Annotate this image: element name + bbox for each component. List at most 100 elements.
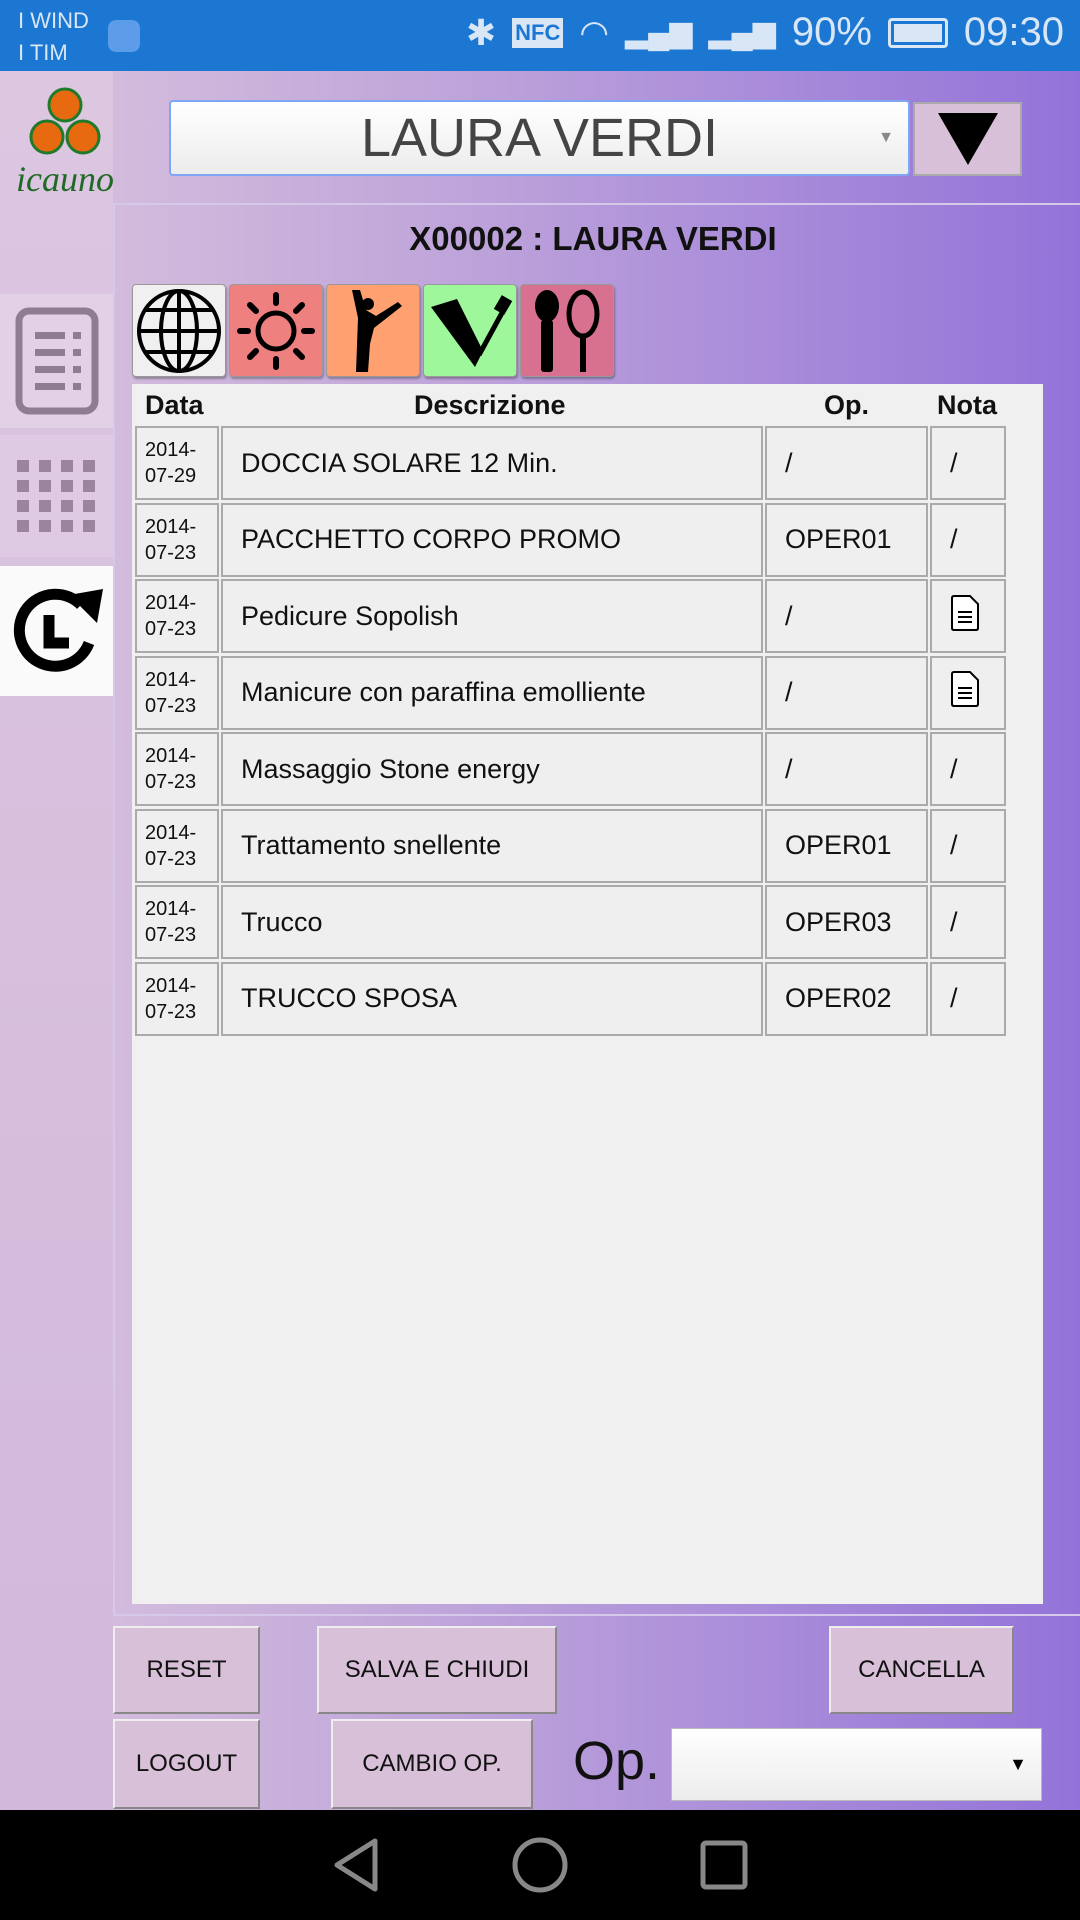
date-month-day: 07-23 [145,694,197,717]
nfc-icon: NFC [512,17,564,48]
header-descrizione: Descrizione [414,390,566,420]
makeup-brush-mirror-icon [535,289,600,372]
sidebar: icauno [0,71,114,1810]
date-year: 2014- [145,898,197,920]
sidebar-item-history[interactable] [0,566,113,696]
operator-cell: / [765,732,928,806]
client-dropdown-button[interactable] [913,102,1022,176]
sun-icon [237,291,315,370]
date-month-day: 07-23 [145,618,197,640]
category-body[interactable] [326,284,420,377]
sidebar-item-list[interactable] [0,294,113,428]
table-row[interactable]: 2014- 07-29 DOCCIA SOLARE 12 Min. / / [135,426,1008,502]
battery-percent: 90% [791,10,872,54]
note-icon[interactable] [950,670,980,715]
description-cell: TRUCCO SPOSA [221,961,763,1036]
operator-select[interactable]: ▼ [671,1728,1042,1801]
change-op-button[interactable]: CAMBIO OP. [331,1719,533,1809]
location-icon [108,20,140,52]
note-cell: / [930,732,1006,806]
bluetooth-icon: ✱ [465,11,497,53]
globe-icon [137,288,221,373]
list-document-icon [15,307,98,415]
operator-cell: / [765,426,928,500]
home-icon[interactable] [511,1836,569,1894]
sidebar-item-grid[interactable] [0,435,113,557]
date-cell: 2014- 07-23 [135,961,219,1036]
logout-button[interactable]: LOGOUT [113,1719,260,1809]
nota-value: / [950,830,958,860]
date-cell: 2014- 07-23 [135,579,219,653]
date-month-day: 07-23 [145,771,197,793]
note-cell: / [930,885,1006,959]
date-cell: 2014- 07-29 [135,426,219,500]
grid-icon [16,460,95,532]
carrier-1: I WIND [18,8,89,33]
body-fitness-icon [352,289,402,372]
category-nails[interactable] [423,284,517,377]
date-year: 2014- [145,668,197,691]
navigation-bar [0,1810,1080,1920]
header-nota: Nota [937,390,997,420]
table-row[interactable]: 2014- 07-23 PACCHETTO CORPO PROMO OPER01 … [135,502,1008,579]
date-cell: 2014- 07-23 [135,732,219,806]
table-row[interactable]: 2014- 07-23 Pedicure Sopolish / [135,579,1008,655]
wifi-icon: ◠ [579,13,610,52]
date-cell: 2014- 07-23 [135,502,219,577]
category-globe[interactable] [132,284,226,377]
nail-polish-icon [431,294,513,367]
description-cell: Manicure con paraffina emolliente [221,655,763,730]
table-row[interactable]: 2014- 07-23 Massaggio Stone energy / / [135,732,1008,808]
operator-cell: OPER03 [765,885,928,959]
note-icon[interactable] [950,594,980,639]
logo: icauno [10,83,120,198]
save-close-button[interactable]: SALVA E CHIUDI [317,1626,557,1714]
note-cell: / [930,502,1006,577]
date-month-day: 07-23 [145,1000,197,1023]
note-cell [930,579,1006,653]
status-bar: I WIND I TIM ✱ NFC ◠ ▂▄▆ ▂▄▆ 90% 09:30 [0,0,1080,71]
table-row[interactable]: 2014- 07-23 Trattamento snellente OPER01 … [135,808,1008,885]
op-label: Op. [573,1731,661,1791]
operator-cell: / [765,579,928,653]
description-cell: Pedicure Sopolish [221,579,763,653]
date-year: 2014- [145,439,197,461]
date-month-day: 07-23 [145,847,197,870]
date-month-day: 07-29 [145,465,197,487]
table-row[interactable]: 2014- 07-23 Trucco OPER03 / [135,885,1008,961]
history-icon [13,588,103,672]
client-select-value: LAURA VERDI [360,108,719,168]
description-cell: Trattamento snellente [221,808,763,883]
nota-value: / [950,524,958,554]
operator-cell: OPER01 [765,502,928,577]
triangle-down-icon [937,113,998,165]
table-row[interactable]: 2014- 07-23 Manicure con paraffina emolli… [135,655,1008,732]
date-month-day: 07-23 [145,924,197,946]
date-year: 2014- [145,974,197,997]
date-month-day: 07-23 [145,541,197,564]
category-sun[interactable] [229,284,323,377]
reset-button[interactable]: RESET [113,1626,260,1714]
cancel-button[interactable]: CANCELLA [829,1626,1014,1714]
signal-icon: ▂▄▆ [625,16,693,49]
back-icon[interactable] [331,1837,381,1893]
battery-icon [887,17,948,48]
note-cell: / [930,961,1006,1036]
date-year: 2014- [145,745,197,767]
date-year: 2014- [145,592,197,614]
date-cell: 2014- 07-23 [135,808,219,883]
operator-cell: / [765,655,928,730]
category-makeup[interactable] [520,284,614,377]
note-cell [930,655,1006,730]
date-year: 2014- [145,515,197,538]
client-select[interactable]: LAURA VERDI ▼ [169,100,910,176]
date-cell: 2014- 07-23 [135,655,219,730]
recents-icon[interactable] [699,1839,749,1891]
description-cell: PACCHETTO CORPO PROMO [221,502,763,577]
description-cell: Massaggio Stone energy [221,732,763,806]
operator-cell: OPER01 [765,808,928,883]
note-cell: / [930,808,1006,883]
table-row[interactable]: 2014- 07-23 TRUCCO SPOSA OPER02 / [135,961,1008,1038]
description-cell: Trucco [221,885,763,959]
triskelion-logo-icon [29,87,101,155]
